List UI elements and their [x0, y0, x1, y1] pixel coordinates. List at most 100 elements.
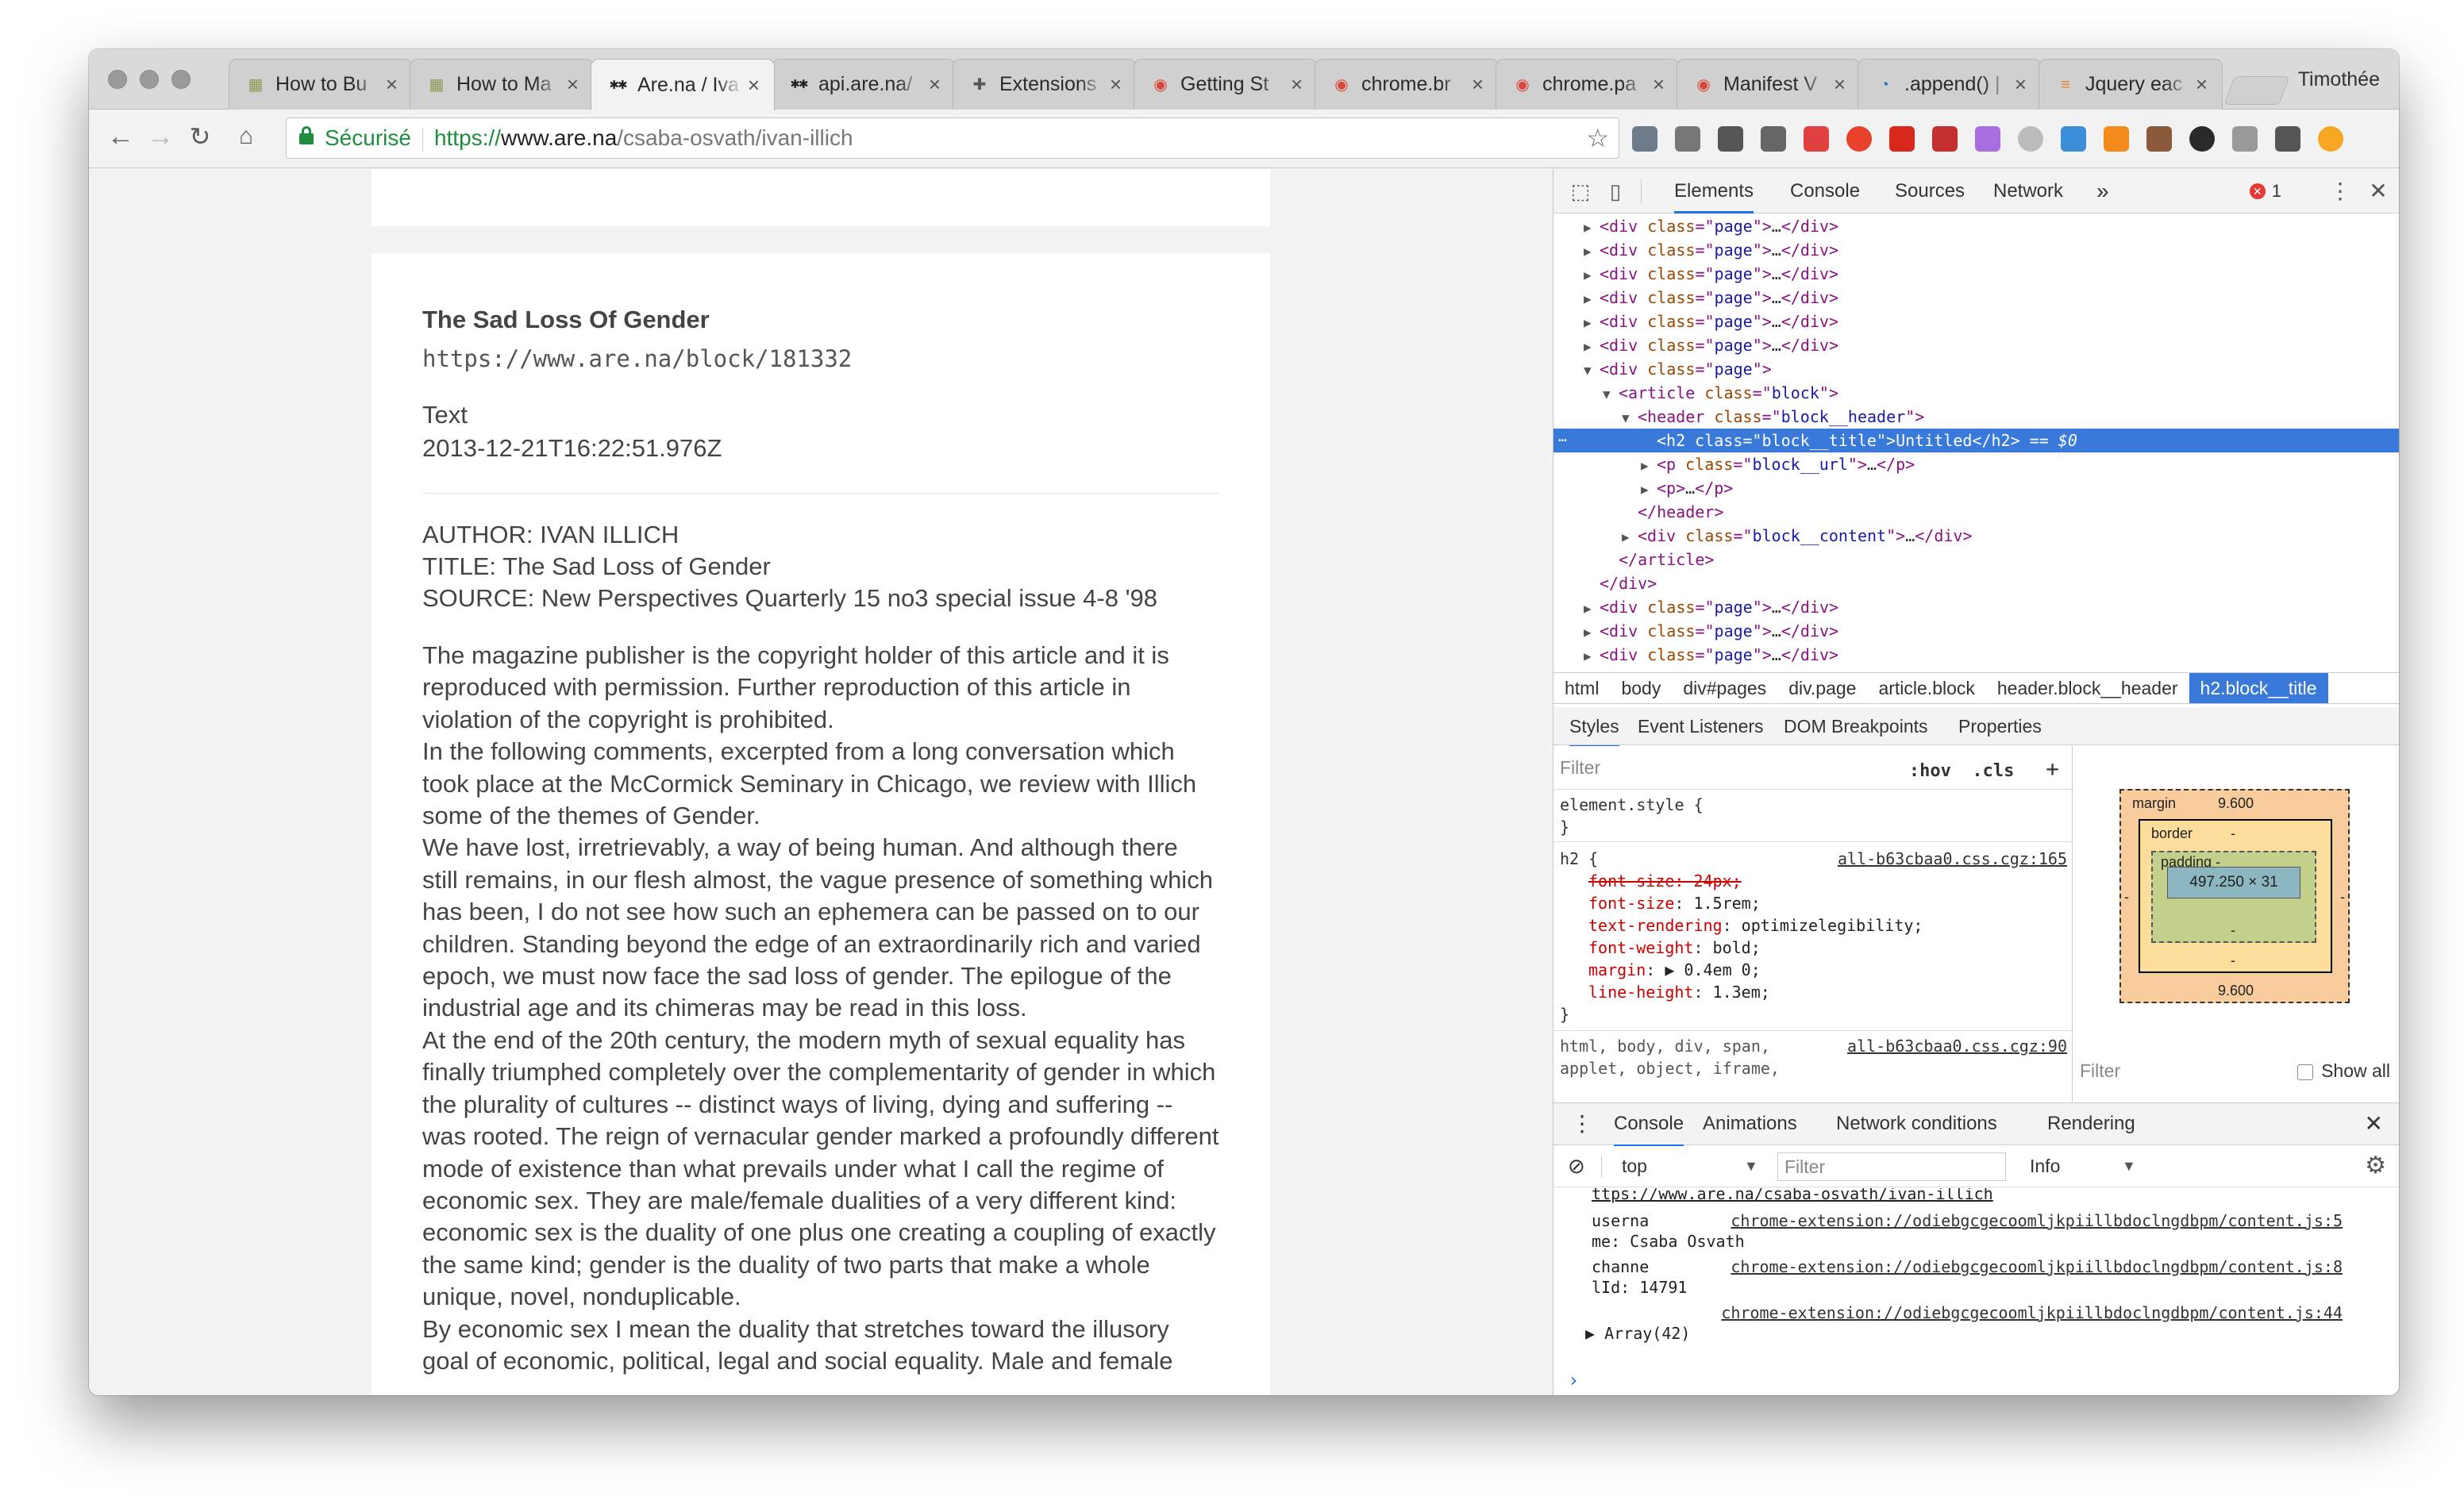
expand-down-icon[interactable]: ▼	[1603, 383, 1619, 406]
tab-10[interactable]: ≡ Jquery eac ×	[2039, 59, 2223, 110]
expand-right-icon[interactable]: ▶	[1641, 478, 1657, 502]
dom-node[interactable]: ▼ <div class="page">	[1553, 357, 2399, 381]
tab-2[interactable]: ✱✱ Are.na / Iva ×	[591, 59, 775, 110]
inherited-source-link[interactable]: all-b63cbaa0.css.cgz:90	[1847, 1035, 2067, 1057]
inspect-element-icon[interactable]: ⬚	[1568, 179, 1593, 204]
bookmark-star-icon[interactable]: ☆	[1586, 118, 1609, 158]
drawer-tab-rendering[interactable]: Rendering	[2047, 1103, 2135, 1144]
camera-icon[interactable]	[2232, 126, 2258, 152]
close-icon[interactable]: ×	[1291, 72, 1303, 97]
shield-icon[interactable]	[1932, 126, 1958, 152]
device-toolbar-icon[interactable]: ▯	[1603, 179, 1628, 204]
breadcrumb-item[interactable]: header.block__header	[1986, 673, 2189, 703]
breadcrumb-item[interactable]: div#pages	[1672, 673, 1777, 703]
error-counter[interactable]: ✕ 1	[2249, 169, 2281, 214]
border-top-value[interactable]: -	[2231, 825, 2235, 842]
close-window-button[interactable]	[108, 70, 127, 89]
expand-right-icon[interactable]: ▶	[1584, 644, 1600, 668]
node-ellipsis[interactable]: …	[1558, 429, 1567, 445]
context-selector[interactable]: top	[1622, 1146, 1647, 1186]
close-icon[interactable]: ×	[2015, 72, 2027, 97]
kebab-menu-icon[interactable]: ⋮	[2327, 179, 2353, 204]
expand-right-icon[interactable]: ▶	[1584, 597, 1600, 621]
alert-icon[interactable]	[2318, 126, 2343, 152]
margin-right-value[interactable]: -	[2340, 889, 2345, 906]
dom-node[interactable]: </header>	[1553, 500, 2399, 524]
zoom-window-button[interactable]	[171, 70, 191, 89]
expand-right-icon[interactable]: ▶	[1584, 264, 1600, 287]
css-declaration[interactable]: font-size: 24px;	[1588, 870, 1742, 892]
box-model-padding[interactable]: padding - - 497.250 × 31	[2151, 851, 2316, 943]
dom-node[interactable]: ▼ <article class="block">	[1553, 381, 2399, 405]
source-link[interactable]: chrome-extension://odiebgcgecoomljkpiill…	[1731, 1210, 2343, 1231]
reload-icon[interactable]: ↻	[184, 121, 216, 152]
dom-node[interactable]: ▶ <div class="page">…</div>	[1553, 238, 2399, 262]
breadcrumb-item[interactable]: div.page	[1777, 673, 1867, 703]
gear-icon[interactable]: ⚙	[2365, 1146, 2386, 1186]
dom-node[interactable]: </div>	[1553, 571, 2399, 595]
source-link[interactable]: chrome-extension://odiebgcgecoomljkpiill…	[1731, 1256, 2343, 1277]
puzzle-red-icon[interactable]	[1804, 126, 1829, 152]
address-bar[interactable]: Sécurisé https://www.are.na/csaba-osvath/…	[286, 117, 1619, 159]
styles-filter-input[interactable]: Filter	[1560, 757, 1600, 779]
close-icon[interactable]: ×	[386, 72, 398, 97]
more-tabs-icon[interactable]: »	[2096, 169, 2109, 214]
expand-right-icon[interactable]: ▶	[1584, 621, 1600, 644]
tab-7[interactable]: ◉ chrome.pa ×	[1496, 59, 1680, 110]
dom-node[interactable]: ▶ <div class="page">…</div>	[1553, 595, 2399, 619]
tab-3[interactable]: ✱✱ api.are.na/ ×	[772, 59, 956, 110]
close-icon[interactable]: ×	[929, 72, 941, 97]
close-icon[interactable]: ×	[748, 73, 760, 98]
tab-4[interactable]: ✚ Extensions ×	[953, 59, 1137, 110]
tab-event-listeners[interactable]: Event Listeners	[1638, 707, 1764, 745]
breadcrumb-item[interactable]: article.block	[1867, 673, 1985, 703]
expand-right-icon[interactable]: ▶	[1584, 335, 1600, 359]
breadcrumb-item[interactable]: html	[1553, 673, 1610, 703]
tab-console[interactable]: Console	[1790, 169, 1860, 214]
dom-tree[interactable]: … ▶ <div class="page">…</div> ▶ <div class=…	[1553, 214, 2399, 671]
dom-node[interactable]: ▶ <p>…</p>	[1553, 476, 2399, 500]
tab-8[interactable]: ◉ Manifest V ×	[1677, 59, 1861, 110]
css-declaration[interactable]: font-size: 1.5rem;	[1588, 892, 1761, 914]
css-declaration[interactable]: font-weight: bold;	[1588, 937, 1761, 959]
expand-right-icon[interactable]: ▶	[1622, 525, 1638, 549]
tab-properties[interactable]: Properties	[1958, 707, 2042, 745]
cls-toggle[interactable]: .cls	[1972, 761, 2014, 781]
print-icon[interactable]	[2275, 126, 2300, 152]
expand-right-icon[interactable]: ▶	[1584, 216, 1600, 240]
level-selector[interactable]: Info	[2030, 1146, 2060, 1186]
console-prompt[interactable]: ›	[1568, 1369, 1579, 1391]
close-icon[interactable]: ×	[1834, 72, 1846, 97]
dom-node[interactable]: ▶ <div class="page">…</div>	[1553, 214, 2399, 238]
close-icon[interactable]: ×	[1110, 72, 1122, 97]
show-all-checkbox[interactable]: Show all	[2297, 1060, 2390, 1082]
hand-icon[interactable]	[2061, 126, 2086, 152]
expand-right-icon[interactable]: ▶	[1584, 240, 1600, 264]
dom-node[interactable]: </article>	[1553, 548, 2399, 571]
close-icon[interactable]: ×	[2196, 72, 2208, 97]
chevron-down-icon[interactable]: ▼	[1744, 1146, 1758, 1186]
border-bottom-value[interactable]: -	[2231, 952, 2235, 969]
padding-bottom-value[interactable]: -	[2231, 922, 2235, 939]
expand-right-icon[interactable]: ▶	[1584, 311, 1600, 335]
expand-right-icon[interactable]: ▶	[1641, 454, 1657, 478]
checkbox-icon[interactable]	[2297, 1064, 2314, 1080]
breadcrumb-item[interactable]: h2.block__title	[2189, 673, 2328, 703]
dom-node[interactable]: ▶ <div class="page">…</div>	[1553, 262, 2399, 286]
dom-node[interactable]: ▶ <div class="block__content">…</div>	[1553, 524, 2399, 548]
drawer-tab-animations[interactable]: Animations	[1703, 1103, 1797, 1144]
tab-sources[interactable]: Sources	[1895, 169, 1965, 214]
tab-6[interactable]: ◉ chrome.br ×	[1315, 59, 1499, 110]
chevron-down-icon[interactable]: ▼	[2122, 1146, 2136, 1186]
dom-node[interactable]: ▶ <div class="page">…</div>	[1553, 310, 2399, 333]
circle-icon[interactable]	[2189, 126, 2215, 152]
info-icon[interactable]	[1718, 126, 1743, 152]
css-declaration[interactable]: line-height: 1.3em;	[1588, 981, 1770, 1003]
expand-down-icon[interactable]: ▼	[1622, 406, 1638, 430]
margin-bottom-value[interactable]: 9.600	[2218, 983, 2254, 999]
b-icon[interactable]	[2104, 126, 2129, 152]
dom-node[interactable]: ▶ <div class="page">…</div>	[1553, 286, 2399, 310]
clear-console-icon[interactable]: ⊘	[1568, 1146, 1585, 1186]
profile-name[interactable]: Timothée	[2298, 68, 2380, 91]
tab-styles[interactable]: Styles	[1569, 707, 1619, 748]
